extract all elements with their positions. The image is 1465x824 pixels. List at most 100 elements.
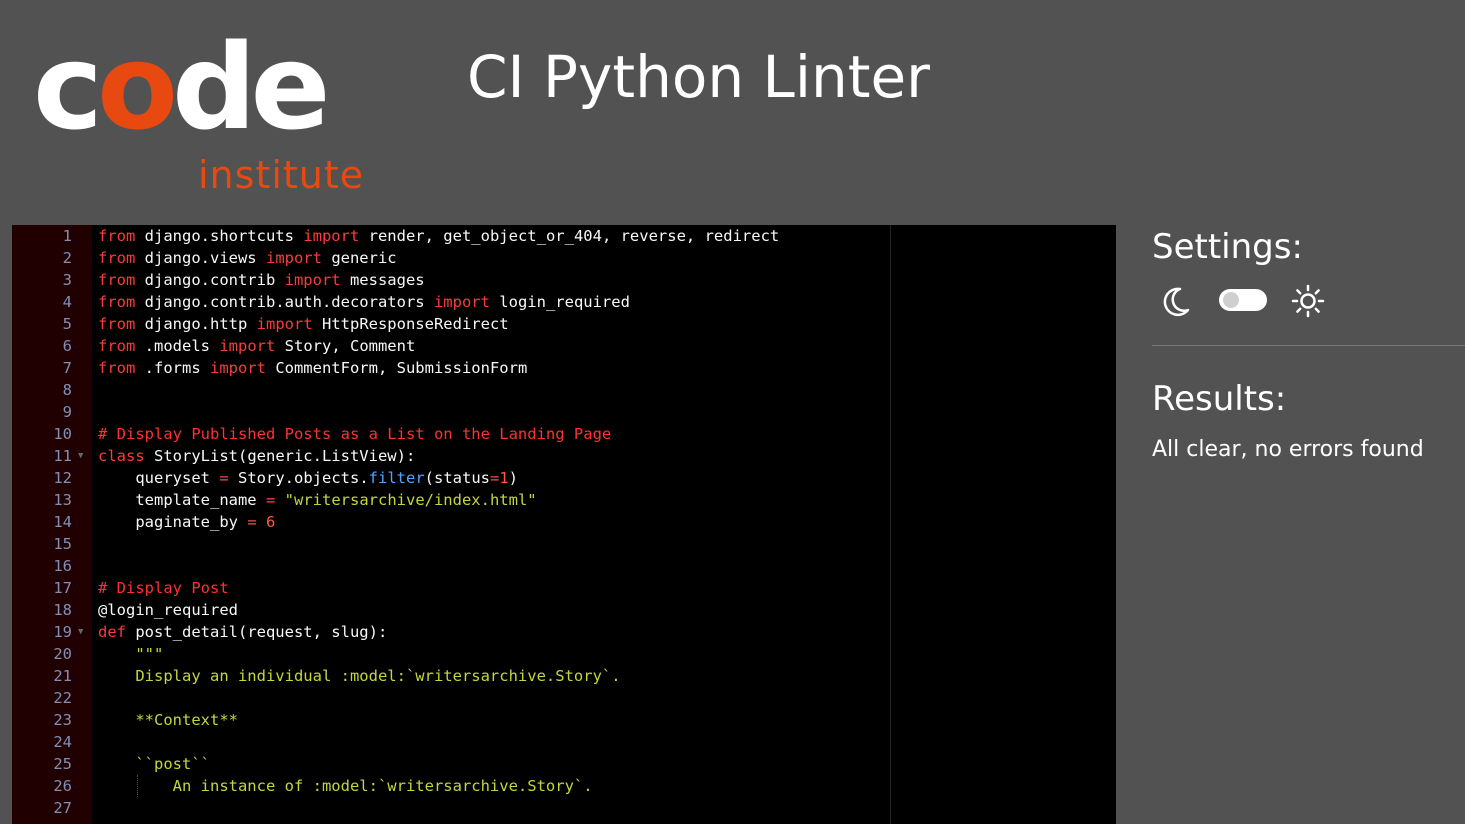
logo-letter-c: c [33,18,103,156]
code-token: @login_required [98,601,238,619]
code-token: post_detail(request, slug): [126,623,388,641]
code-line[interactable]: 12 queryset = Story.objects.filter(statu… [12,467,1116,489]
code-text: # Display Post [98,577,229,599]
line-number: 16 [53,557,72,575]
code-token: import [433,293,490,311]
line-number: 5 [62,315,72,333]
code-line[interactable]: 26 An instance of :model:`writersarchive… [12,775,1116,797]
line-number: 10 [53,425,72,443]
code-line[interactable]: 11 ▼ class StoryList(generic.ListView): [12,445,1116,467]
line-number: 11 [53,447,72,465]
code-token: from [98,227,136,245]
code-token: template_name [98,491,266,509]
header: code institute CI Python Linter [0,0,1465,225]
code-token: .forms [135,359,210,377]
code-line[interactable]: 14 paginate_by = 6 [12,511,1116,533]
code-line[interactable]: 15 [12,533,1116,555]
code-line[interactable]: 6 from .models import Story, Comment [12,335,1116,357]
code-token: generic [321,249,397,267]
code-line[interactable]: 13 template_name = "writersarchive/index… [12,489,1116,511]
code-token: CommentForm, SubmissionForm [265,359,528,377]
sidebar-divider [1152,345,1465,346]
code-text: paginate_by = 6 [98,511,275,533]
code-institute-logo: code institute [33,28,373,203]
line-number: 22 [53,689,72,707]
code-text: from django.contrib.auth.decorators impo… [98,291,630,313]
code-line[interactable]: 7 from .forms import CommentForm, Submiss… [12,357,1116,379]
line-number: 24 [53,733,72,751]
page-title: CI Python Linter [467,43,930,111]
code-text: def post_detail(request, slug): [98,621,387,643]
code-token: .models [135,337,220,355]
line-number: 17 [53,579,72,597]
moon-icon[interactable] [1158,283,1194,319]
code-text: template_name = "writersarchive/index.ht… [98,489,536,511]
line-number: 18 [53,601,72,619]
code-token: # Display Post [98,579,229,597]
code-token: import [284,271,341,289]
line-number: 1 [62,227,72,245]
line-number: 3 [62,271,72,289]
code-token: from [98,315,136,333]
code-editor[interactable]: 1 from django.shortcuts import render, ge… [12,225,1116,824]
code-line[interactable]: 4 from django.contrib.auth.decorators imp… [12,291,1116,313]
code-token: django.contrib [135,271,285,289]
code-line[interactable]: 24 [12,731,1116,753]
code-token: messages [340,271,425,289]
fold-arrow-icon[interactable]: ▼ [78,621,83,643]
code-text: **Context** [98,709,238,731]
code-token: django.shortcuts [135,227,304,245]
code-line[interactable]: 19 ▼ def post_detail(request, slug): [12,621,1116,643]
code-line[interactable]: 20 """ [12,643,1116,665]
line-number: 14 [53,513,72,531]
code-token: = [489,469,500,487]
code-line[interactable]: 18 @login_required [12,599,1116,621]
code-token: from [98,271,136,289]
code-token: def [98,623,126,641]
editor-lines[interactable]: 1 from django.shortcuts import render, ge… [12,225,1116,819]
line-number: 4 [62,293,72,311]
code-line[interactable]: 25 ``post`` [12,753,1116,775]
code-token: from [98,337,136,355]
code-text: An instance of :model:`writersarchive.St… [98,775,593,797]
code-line[interactable]: 9 [12,401,1116,423]
line-number: 27 [53,799,72,817]
code-text: """ [98,643,163,665]
code-line[interactable]: 22 [12,687,1116,709]
code-line[interactable]: 17 # Display Post [12,577,1116,599]
code-token: from [98,359,136,377]
fold-arrow-icon[interactable]: ▼ [78,445,83,467]
code-line[interactable]: 2 from django.views import generic [12,247,1116,269]
code-line[interactable]: 8 [12,379,1116,401]
sun-icon[interactable] [1290,283,1326,319]
code-line[interactable]: 23 **Context** [12,709,1116,731]
code-text: from .models import Story, Comment [98,335,415,357]
logo-letter-o: o [96,18,178,156]
line-number: 23 [53,711,72,729]
line-number: 13 [53,491,72,509]
line-number: 15 [53,535,72,553]
code-token: HttpResponseRedirect [312,315,509,333]
code-token: import [209,359,266,377]
code-token: ``post`` [98,755,210,773]
sidebar: Settings: Results: All clear, no errors … [1116,225,1465,824]
code-token: """ [98,645,164,663]
indent-guide [137,775,138,797]
code-line[interactable]: 1 from django.shortcuts import render, ge… [12,225,1116,247]
code-line[interactable]: 16 [12,555,1116,577]
code-line[interactable]: 21 Display an individual :model:`writers… [12,665,1116,687]
code-line[interactable]: 10 # Display Published Posts as a List on… [12,423,1116,445]
code-token: login_required [489,293,630,311]
code-line[interactable]: 3 from django.contrib import messages [12,269,1116,291]
code-token: StoryList(generic.ListView): [144,447,416,465]
code-line[interactable]: 5 from django.http import HttpResponseRed… [12,313,1116,335]
code-token: paginate_by [98,513,248,531]
code-token: Story.objects. [228,469,369,487]
logo-wordmark: code [33,28,331,146]
code-token: # Display Published Posts as a List on t… [98,425,612,443]
code-line[interactable]: 27 [12,797,1116,819]
line-number: 26 [53,777,72,795]
theme-toggle[interactable] [1219,289,1267,311]
